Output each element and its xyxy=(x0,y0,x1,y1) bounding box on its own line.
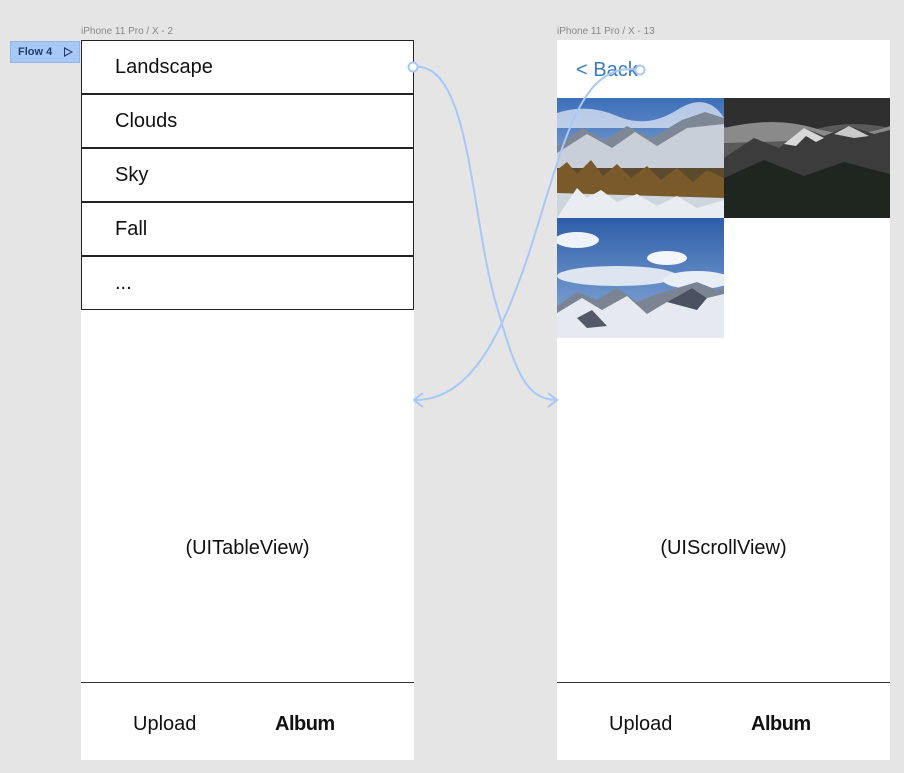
table-row[interactable]: Fall xyxy=(81,202,414,256)
row-label: Landscape xyxy=(115,55,213,78)
tab-upload[interactable]: Upload xyxy=(133,713,196,736)
tab-bar: Upload Album xyxy=(81,682,414,761)
tab-upload[interactable]: Upload xyxy=(609,713,672,736)
table-row[interactable]: ... xyxy=(81,256,414,310)
mountain-forest-photo[interactable] xyxy=(557,98,724,218)
snowy-peaks-photo[interactable] xyxy=(557,218,724,338)
flow-start-tag[interactable]: Flow 4 xyxy=(10,41,80,63)
table-screen: Landscape Clouds Sky Fall ... (UITableVi… xyxy=(81,40,414,760)
row-label: Clouds xyxy=(115,109,178,132)
table-row[interactable]: Landscape xyxy=(81,40,414,94)
play-icon xyxy=(64,47,73,57)
row-label: ... xyxy=(115,271,132,294)
row-label: Fall xyxy=(115,217,148,240)
tab-album[interactable]: Album xyxy=(275,713,335,736)
scroll-view-caption: (UIScrollView) xyxy=(660,537,787,559)
flow-label: Flow 4 xyxy=(18,46,53,58)
back-button[interactable]: < Back xyxy=(576,59,638,82)
tab-bar: Upload Album xyxy=(557,682,890,761)
photo-grid-screen: < Back (UIScrollView) Upload Album xyxy=(557,40,890,760)
connector-landscape-to-grid xyxy=(412,65,558,401)
arrow-head-left xyxy=(412,392,424,408)
table-view-caption: (UITableView) xyxy=(185,537,310,559)
table-row[interactable]: Clouds xyxy=(81,94,414,148)
row-label: Sky xyxy=(115,163,149,186)
dark-mountain-photo[interactable] xyxy=(724,98,890,218)
table-row[interactable]: Sky xyxy=(81,148,414,202)
tab-album[interactable]: Album xyxy=(751,713,811,736)
frame-title-left: iPhone 11 Pro / X - 2 xyxy=(81,26,174,37)
arrow-head-right xyxy=(547,392,559,408)
frame-title-right: iPhone 11 Pro / X - 13 xyxy=(557,26,655,37)
